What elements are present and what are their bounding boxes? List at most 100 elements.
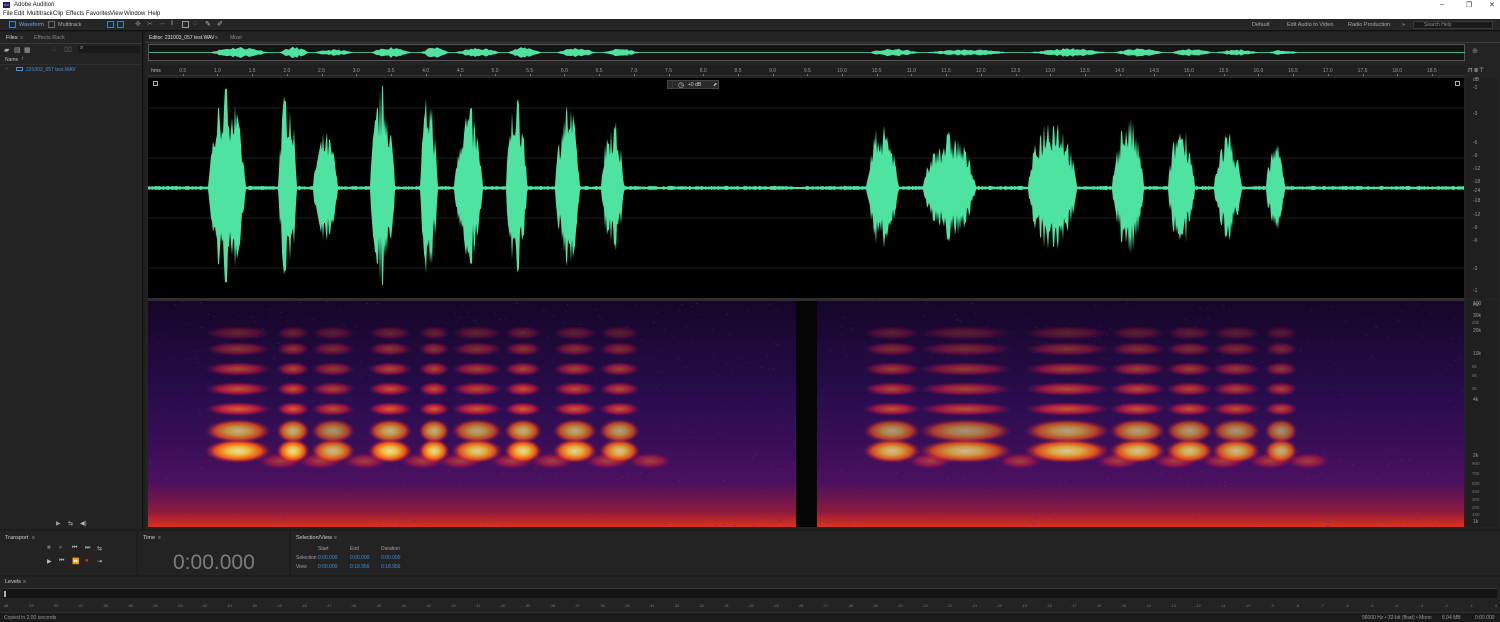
spectrogram-noise (1344, 508, 1347, 509)
waveform-corner-handle-icon[interactable] (153, 81, 158, 86)
selection-end-field[interactable]: 0:00.000 (350, 555, 369, 561)
view-duration-field[interactable]: 0:18.956 (381, 564, 400, 570)
menu-view[interactable]: View (110, 11, 123, 17)
pin-icon[interactable]: ⊤ (1479, 67, 1484, 74)
menu-multitrack[interactable]: Multitrack (27, 11, 53, 17)
view-start-field[interactable]: 0:00.000 (318, 564, 337, 570)
spectrogram-noise (646, 359, 649, 361)
waveform-mode-icon[interactable] (9, 21, 16, 28)
multitrack-mode-icon[interactable] (48, 21, 55, 28)
spectrogram-noise (924, 399, 927, 401)
sort-ascending-icon[interactable]: ↑ (21, 56, 24, 62)
pause-button[interactable]: ⏸ (59, 545, 62, 552)
spectrogram-noise (162, 408, 165, 410)
maximize-icon[interactable]: ❐ (1466, 1, 1472, 9)
play-preview-icon[interactable]: ▶ (56, 520, 61, 527)
waveform-mode-button[interactable]: Waveform (19, 22, 44, 28)
menu-favorites[interactable]: Favorites (86, 11, 111, 17)
minimize-icon[interactable]: – (1440, 1, 1444, 8)
record-button[interactable]: ● (85, 558, 89, 564)
previous-button[interactable]: ⏮ (72, 545, 77, 552)
spectrogram-harmonic (1211, 342, 1261, 356)
spectrogram-noise (148, 483, 151, 484)
editor-tab-menu-icon[interactable]: ≡ (215, 35, 218, 41)
time-ruler[interactable]: hms 0.5 1.0 1.5 2.0 2.5 3.0 3.5 4.0 4.5 5.0 5.5 6.0… (148, 65, 1466, 76)
zoom-icon[interactable]: ⊕ (1472, 47, 1480, 56)
spectrogram-noise (406, 442, 409, 444)
spectral-frequency-display[interactable] (148, 301, 1464, 527)
tab-editor[interactable]: Editor: 231003_057 test.WAV (149, 35, 214, 41)
overview-navigator[interactable] (148, 44, 1465, 61)
stop-button[interactable]: ■ (47, 545, 51, 551)
razor-tool-icon[interactable]: ✂ (147, 20, 154, 28)
spectrogram-noise (1382, 520, 1385, 522)
waveform-display[interactable]: ⋮ ◷ +0 dB ⬈ (148, 78, 1464, 298)
close-icon[interactable]: ✕ (1489, 1, 1495, 9)
spectrogram-noise (712, 354, 715, 356)
gain-knob-icon[interactable]: ◷ (678, 81, 684, 89)
move-tool-icon[interactable]: ✥ (135, 20, 142, 28)
workspace-default[interactable]: Default (1252, 22, 1269, 28)
menu-clip[interactable]: Clip (53, 11, 63, 17)
levels-menu-icon[interactable]: ≡ (23, 579, 26, 585)
spectrogram-harmonic (1165, 342, 1214, 356)
time-selection-tool-icon[interactable]: I (171, 20, 178, 27)
selection-view-menu-icon[interactable]: ≡ (334, 535, 337, 541)
insert-icon[interactable]: ⌂ (52, 46, 56, 53)
selection-duration-field[interactable]: 0:00.000 (381, 555, 400, 561)
autoplay-icon[interactable]: ◀) (80, 520, 87, 527)
menu-window[interactable]: Window (124, 11, 145, 17)
lock-icon[interactable]: ⊓ (1468, 67, 1473, 74)
file-list-item[interactable]: 231003_057 test.WAV (26, 67, 75, 73)
name-column-header[interactable]: Name (5, 57, 18, 63)
loop-button[interactable]: ⇆ (97, 545, 102, 552)
menu-edit[interactable]: Edit (14, 11, 24, 17)
loop-preview-icon[interactable]: ⇆ (68, 520, 73, 527)
waveform-corner-handle-icon-right[interactable] (1455, 81, 1460, 86)
tab-mixer[interactable]: Mixer (230, 35, 242, 41)
show-spectral-icon[interactable] (117, 21, 124, 28)
workspace-more-icon[interactable]: » (1402, 22, 1405, 28)
brush-tool-icon[interactable]: ✎ (205, 20, 212, 28)
skip-selection-button[interactable]: ⇥ (97, 558, 102, 565)
play-button[interactable]: ▶ (47, 558, 52, 565)
menu-effects[interactable]: Effects (66, 11, 84, 17)
tab-files[interactable]: Files (6, 35, 18, 41)
workspace-radio-production[interactable]: Radio Production (1348, 22, 1390, 28)
search-help-input[interactable]: Search Help (1413, 21, 1493, 29)
selection-start-field[interactable]: 0:00.000 (318, 555, 337, 561)
rewind-button[interactable]: ⏮ (59, 558, 64, 565)
workspace-edit-audio-to-video[interactable]: Edit Audio to Video (1287, 22, 1333, 28)
spectrogram-noise (1033, 522, 1036, 524)
vertical-zoom-icon[interactable]: ≣ (1474, 68, 1478, 74)
spectrogram-noise (1348, 503, 1351, 505)
spectrogram-noise (1338, 460, 1341, 462)
fast-forward-button[interactable]: ⏩ (72, 558, 79, 565)
spot-healing-tool-icon[interactable]: ✐ (217, 20, 224, 28)
status-file-size: 6.94 MB (1442, 615, 1461, 621)
import-file-icon[interactable]: ▤ (14, 46, 21, 54)
transport-menu-icon[interactable]: ≡ (32, 535, 35, 541)
slip-tool-icon[interactable]: ↔ (159, 20, 166, 27)
marquee-tool-icon[interactable] (182, 21, 189, 28)
close-file-icon[interactable]: ⌧ (64, 46, 72, 54)
spectrogram-noise (249, 480, 252, 482)
tab-effects-rack[interactable]: Effects Rack (34, 35, 65, 41)
hud-pin-icon[interactable]: ⬈ (713, 82, 717, 88)
spectrogram-noise (821, 390, 824, 392)
menu-file[interactable]: File (3, 11, 13, 17)
show-waveform-icon[interactable] (107, 21, 114, 28)
gain-hud[interactable]: ⋮ ◷ +0 dB ⬈ (667, 80, 719, 89)
view-end-field[interactable]: 0:18.956 (350, 564, 369, 570)
open-file-icon[interactable]: ▰ (4, 46, 9, 54)
file-search-input[interactable]: ⌕ (78, 45, 140, 53)
files-panel-menu-icon[interactable]: ≡ (20, 35, 23, 41)
spectrogram-noise (272, 347, 275, 349)
menu-help[interactable]: Help (148, 11, 160, 17)
next-button[interactable]: ⏭ (85, 545, 90, 552)
new-file-icon[interactable]: ▦ (24, 46, 31, 54)
expand-arrow-icon[interactable]: › (6, 66, 8, 72)
lasso-tool-icon[interactable]: ◌ (193, 20, 200, 27)
multitrack-mode-button[interactable]: Multitrack (58, 22, 82, 28)
time-menu-icon[interactable]: ≡ (158, 535, 161, 541)
